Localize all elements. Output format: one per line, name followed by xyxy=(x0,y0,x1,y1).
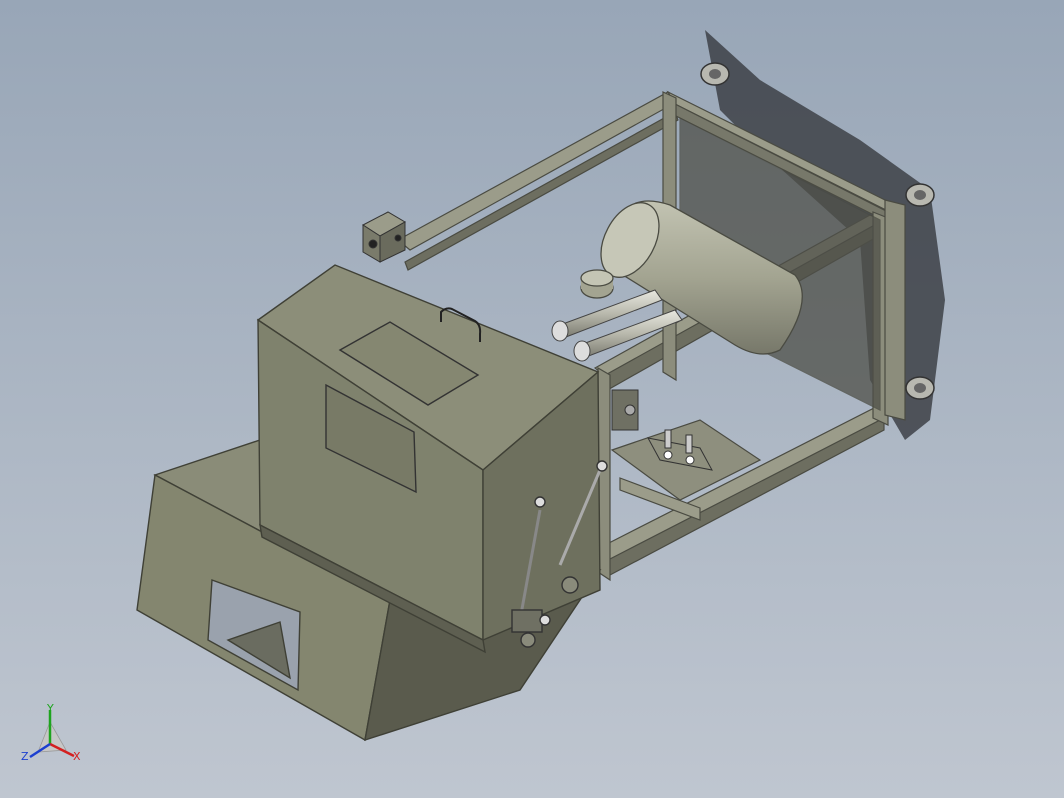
graphics-viewport[interactable]: Y X Z xyxy=(0,0,1064,798)
valve-block[interactable] xyxy=(611,389,639,431)
axis-triad-graphic: Y X Z xyxy=(21,702,81,763)
y-axis-label: Y xyxy=(46,702,54,715)
control-box[interactable] xyxy=(362,211,407,263)
triad-base xyxy=(37,721,67,753)
z-axis-label: Z xyxy=(21,750,29,763)
cad-assembly-model[interactable] xyxy=(0,0,1064,798)
axis-triad: Y X Z xyxy=(16,700,96,780)
x-axis-label: X xyxy=(73,750,81,763)
